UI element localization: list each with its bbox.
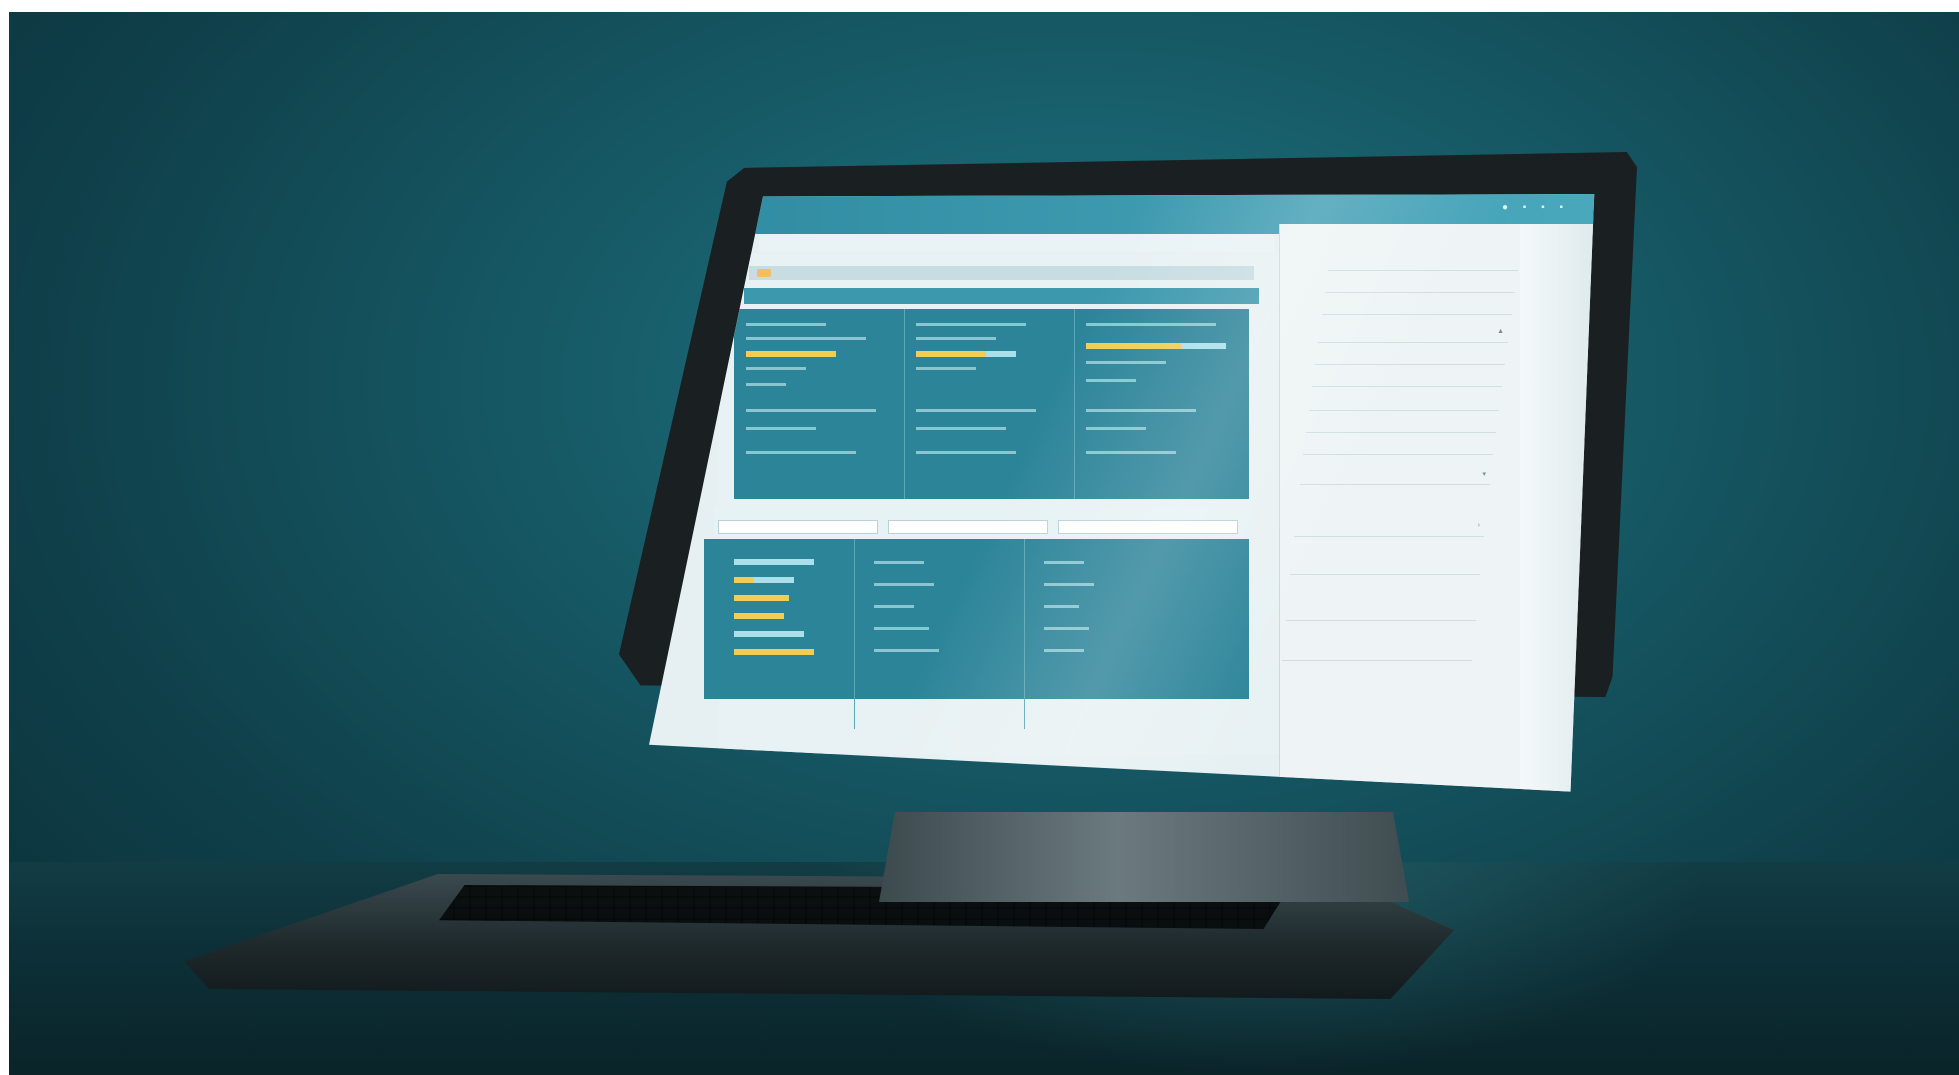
- chevron-up-icon[interactable]: ▲: [1497, 328, 1504, 335]
- table-row[interactable]: [874, 627, 929, 630]
- settings-row[interactable]: ▾: [1300, 468, 1490, 485]
- filter-cell: [884, 506, 1054, 536]
- text-line: [1086, 323, 1216, 326]
- text-line: [1086, 451, 1176, 454]
- chevron-right-icon[interactable]: ›: [1478, 522, 1480, 529]
- table-bar: [734, 559, 814, 565]
- settings-row[interactable]: [1322, 298, 1512, 315]
- progress-bar: [1086, 343, 1181, 349]
- table-row[interactable]: [1044, 561, 1084, 564]
- settings-row[interactable]: [1325, 276, 1515, 293]
- warning-icon: [757, 269, 771, 277]
- table-row[interactable]: [874, 649, 939, 652]
- filter-input[interactable]: [888, 520, 1048, 534]
- settings-row[interactable]: [1309, 394, 1499, 411]
- table-column: [1024, 539, 1249, 729]
- text-line: [746, 451, 856, 454]
- settings-row[interactable]: [1306, 416, 1496, 433]
- text-line: [916, 451, 1016, 454]
- settings-row[interactable]: [1312, 370, 1502, 387]
- text-line: [746, 367, 806, 370]
- section-header: [744, 288, 1259, 304]
- table-column: [704, 539, 855, 729]
- settings-row[interactable]: [1282, 644, 1472, 661]
- summary-column: [734, 309, 905, 499]
- settings-row[interactable]: [1328, 254, 1518, 271]
- breadcrumb: [759, 234, 1274, 252]
- text-line: [916, 409, 1036, 412]
- text-line: [1086, 379, 1136, 382]
- table-bar: [734, 613, 784, 619]
- settings-row[interactable]: [1315, 348, 1505, 365]
- summary-column: [1074, 309, 1249, 499]
- table-bar: [734, 577, 754, 583]
- text-line: [916, 323, 1026, 326]
- text-line: [746, 323, 826, 326]
- table-row[interactable]: [1044, 583, 1094, 586]
- dashboard-app: ● ▪ ▪ ▪ ▲ ▾ ›: [649, 194, 1595, 792]
- progress-bar-remainder: [986, 351, 1016, 357]
- text-line: [746, 427, 816, 430]
- header-icons[interactable]: ● ▪ ▪ ▪: [1502, 202, 1569, 213]
- text-line: [746, 337, 866, 340]
- text-line: [1086, 361, 1166, 364]
- summary-column: [904, 309, 1075, 499]
- table-row[interactable]: [874, 583, 934, 586]
- text-line: [916, 427, 1006, 430]
- text-line: [916, 337, 996, 340]
- progress-bar: [916, 351, 986, 357]
- table-row[interactable]: [874, 561, 924, 564]
- filter-input[interactable]: [1058, 520, 1238, 534]
- settings-row[interactable]: [1290, 558, 1480, 575]
- text-line: [1086, 409, 1196, 412]
- table-bar: [734, 631, 804, 637]
- text-line: [1086, 427, 1146, 430]
- progress-bar: [746, 351, 836, 357]
- text-line: [746, 409, 876, 412]
- settings-row[interactable]: ▲: [1318, 326, 1508, 343]
- text-line: [916, 367, 976, 370]
- settings-row[interactable]: [1303, 438, 1493, 455]
- monitor-stand: [879, 812, 1409, 902]
- table-column: [854, 539, 1025, 729]
- table-bar: [734, 595, 789, 601]
- progress-bar-remainder: [1181, 343, 1226, 349]
- text-line: [746, 383, 786, 386]
- settings-row[interactable]: [1286, 604, 1476, 621]
- table-row[interactable]: [1044, 605, 1079, 608]
- filter-input[interactable]: [718, 520, 878, 534]
- info-banner: [749, 266, 1254, 280]
- data-table: [704, 539, 1249, 729]
- table-row[interactable]: [874, 605, 914, 608]
- photo-scene: ● ▪ ▪ ▪ ▲ ▾ ›: [9, 12, 1959, 1075]
- filter-cell: [714, 506, 884, 536]
- table-row[interactable]: [1044, 649, 1084, 652]
- settings-row[interactable]: ›: [1294, 520, 1484, 537]
- table-row[interactable]: [1044, 627, 1089, 630]
- table-bar: [734, 649, 814, 655]
- settings-panel: ▲ ▾ ›: [1279, 224, 1520, 792]
- chevron-down-icon[interactable]: ▾: [1482, 470, 1486, 478]
- filter-row: [714, 506, 1254, 536]
- filter-cell: [1054, 506, 1244, 536]
- monitor-screen: ● ▪ ▪ ▪ ▲ ▾ ›: [649, 194, 1595, 792]
- summary-grid: [734, 309, 1249, 499]
